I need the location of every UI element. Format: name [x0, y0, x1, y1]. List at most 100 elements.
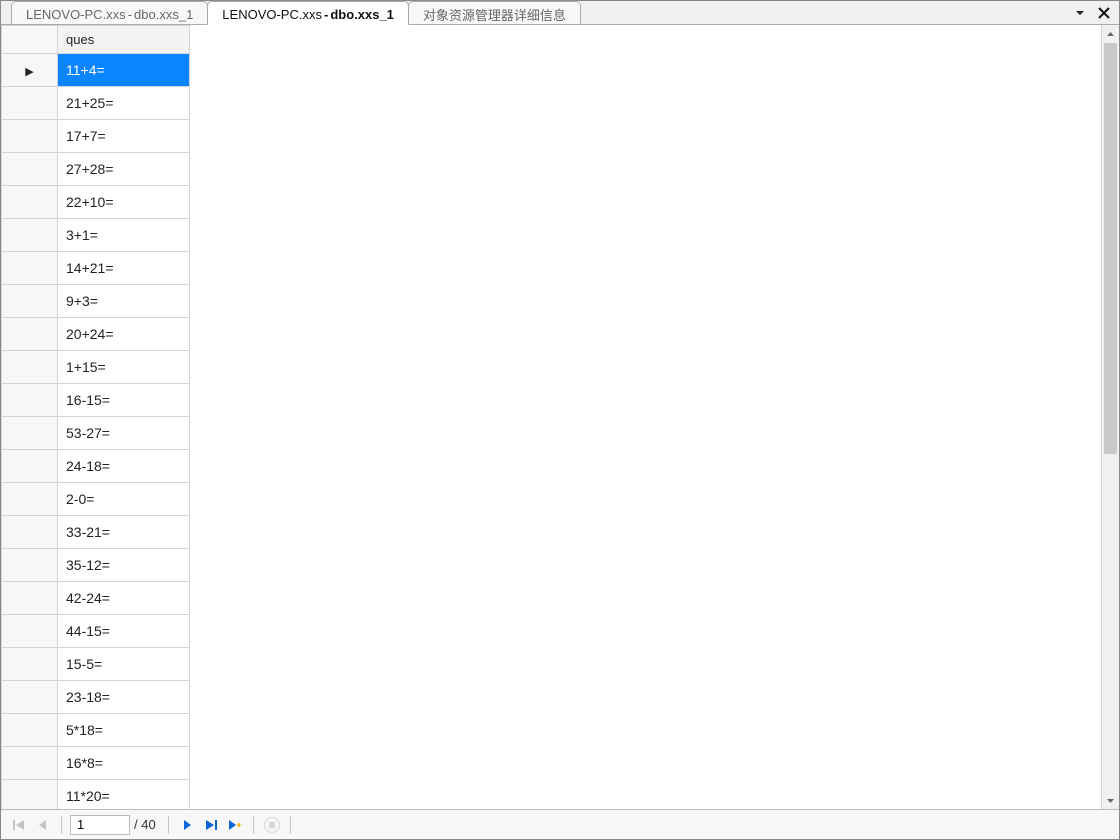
table-row[interactable]: 22+10= [2, 186, 190, 219]
cell-ques[interactable]: 2-0= [58, 483, 190, 516]
cell-ques[interactable]: 11+4= [58, 54, 190, 87]
nav-divider [61, 816, 62, 834]
table-row[interactable]: 35-12= [2, 549, 190, 582]
table-row[interactable]: 27+28= [2, 153, 190, 186]
row-selector[interactable] [2, 186, 58, 219]
scroll-track[interactable] [1102, 43, 1119, 791]
table-row[interactable]: 2-0= [2, 483, 190, 516]
row-selector[interactable] [2, 516, 58, 549]
data-grid[interactable]: ques ▶ 11+4=21+25=17+7=27+28=22+10=3+1=14… [1, 25, 190, 809]
table-row[interactable]: 53-27= [2, 417, 190, 450]
table-row[interactable]: 5*18= [2, 714, 190, 747]
table-row[interactable]: 11*20= [2, 780, 190, 810]
row-selector[interactable] [2, 384, 58, 417]
table-row[interactable]: 24-18= [2, 450, 190, 483]
row-selector[interactable] [2, 153, 58, 186]
row-selector[interactable] [2, 252, 58, 285]
table-row[interactable]: 21+25= [2, 87, 190, 120]
vertical-scrollbar[interactable] [1101, 25, 1119, 809]
tab-close-icon[interactable] [1095, 4, 1113, 22]
table-row[interactable]: 42-24= [2, 582, 190, 615]
cell-ques[interactable]: 11*20= [58, 780, 190, 810]
row-selector[interactable] [2, 483, 58, 516]
cell-ques[interactable]: 9+3= [58, 285, 190, 318]
table-row[interactable]: 1+15= [2, 351, 190, 384]
row-selector[interactable]: ▶ [2, 54, 58, 87]
table-row[interactable]: 16-15= [2, 384, 190, 417]
row-selector[interactable] [2, 582, 58, 615]
cell-ques[interactable]: 35-12= [58, 549, 190, 582]
cell-ques[interactable]: 14+21= [58, 252, 190, 285]
cell-ques[interactable]: 27+28= [58, 153, 190, 186]
row-selector[interactable] [2, 714, 58, 747]
tab-bar: LENOVO-PC.xxs - dbo.xxs_1 LENOVO-PC.xxs … [1, 1, 1119, 25]
table-row[interactable]: 23-18= [2, 681, 190, 714]
row-selector[interactable] [2, 747, 58, 780]
main-area: ques ▶ 11+4=21+25=17+7=27+28=22+10=3+1=14… [1, 25, 1119, 809]
table-row[interactable]: 17+7= [2, 120, 190, 153]
row-selector[interactable] [2, 780, 58, 810]
cell-ques[interactable]: 17+7= [58, 120, 190, 153]
cell-ques[interactable]: 23-18= [58, 681, 190, 714]
record-navigator: / 40 [1, 809, 1119, 839]
cell-ques[interactable]: 22+10= [58, 186, 190, 219]
nav-new-record-icon[interactable] [225, 815, 245, 835]
row-selector[interactable] [2, 549, 58, 582]
tab-inactive-2[interactable]: 对象资源管理器详细信息 [408, 1, 581, 24]
nav-next-icon[interactable] [177, 815, 197, 835]
cell-ques[interactable]: 3+1= [58, 219, 190, 252]
cell-ques[interactable]: 24-18= [58, 450, 190, 483]
cell-ques[interactable]: 53-27= [58, 417, 190, 450]
row-selector[interactable] [2, 615, 58, 648]
table-row[interactable]: 15-5= [2, 648, 190, 681]
table-row[interactable]: 20+24= [2, 318, 190, 351]
nav-first-icon[interactable] [9, 815, 29, 835]
cell-ques[interactable]: 15-5= [58, 648, 190, 681]
cell-ques[interactable]: 33-21= [58, 516, 190, 549]
grid-corner-cell[interactable] [2, 26, 58, 54]
scroll-thumb[interactable] [1104, 43, 1117, 454]
cell-ques[interactable]: 16-15= [58, 384, 190, 417]
tab-dropdown-icon[interactable] [1071, 4, 1089, 22]
cell-ques[interactable]: 21+25= [58, 87, 190, 120]
cell-ques[interactable]: 42-24= [58, 582, 190, 615]
row-selector[interactable] [2, 351, 58, 384]
table-row[interactable]: 33-21= [2, 516, 190, 549]
tab-label-suffix: dbo.xxs_1 [330, 7, 394, 22]
tab-inactive-1[interactable]: LENOVO-PC.xxs - dbo.xxs_1 [11, 1, 208, 24]
cell-ques[interactable]: 1+15= [58, 351, 190, 384]
column-header-ques[interactable]: ques [58, 26, 190, 54]
table-row[interactable]: ▶ 11+4= [2, 54, 190, 87]
table-row[interactable]: 14+21= [2, 252, 190, 285]
nav-last-icon[interactable] [201, 815, 221, 835]
cell-ques[interactable]: 20+24= [58, 318, 190, 351]
current-row-pointer-icon: ▶ [25, 66, 33, 78]
scroll-up-icon[interactable] [1102, 25, 1119, 43]
nav-prev-icon[interactable] [33, 815, 53, 835]
nav-divider [290, 816, 291, 834]
table-row[interactable]: 9+3= [2, 285, 190, 318]
cell-ques[interactable]: 16*8= [58, 747, 190, 780]
total-records-label: / 40 [134, 817, 156, 832]
row-selector[interactable] [2, 681, 58, 714]
row-selector[interactable] [2, 417, 58, 450]
row-selector[interactable] [2, 648, 58, 681]
row-selector[interactable] [2, 318, 58, 351]
grid-wrap: ques ▶ 11+4=21+25=17+7=27+28=22+10=3+1=14… [1, 25, 1101, 809]
table-row[interactable]: 44-15= [2, 615, 190, 648]
tab-label-prefix: LENOVO-PC.xxs [26, 7, 126, 22]
row-selector[interactable] [2, 120, 58, 153]
tab-active[interactable]: LENOVO-PC.xxs - dbo.xxs_1 [207, 1, 409, 25]
scroll-down-icon[interactable] [1102, 791, 1119, 809]
current-record-input[interactable] [70, 815, 130, 835]
row-selector[interactable] [2, 87, 58, 120]
row-selector[interactable] [2, 450, 58, 483]
tab-label-sep: - [324, 7, 328, 22]
row-selector[interactable] [2, 285, 58, 318]
row-selector[interactable] [2, 219, 58, 252]
cell-ques[interactable]: 44-15= [58, 615, 190, 648]
nav-stop-icon[interactable] [262, 815, 282, 835]
table-row[interactable]: 16*8= [2, 747, 190, 780]
table-row[interactable]: 3+1= [2, 219, 190, 252]
cell-ques[interactable]: 5*18= [58, 714, 190, 747]
